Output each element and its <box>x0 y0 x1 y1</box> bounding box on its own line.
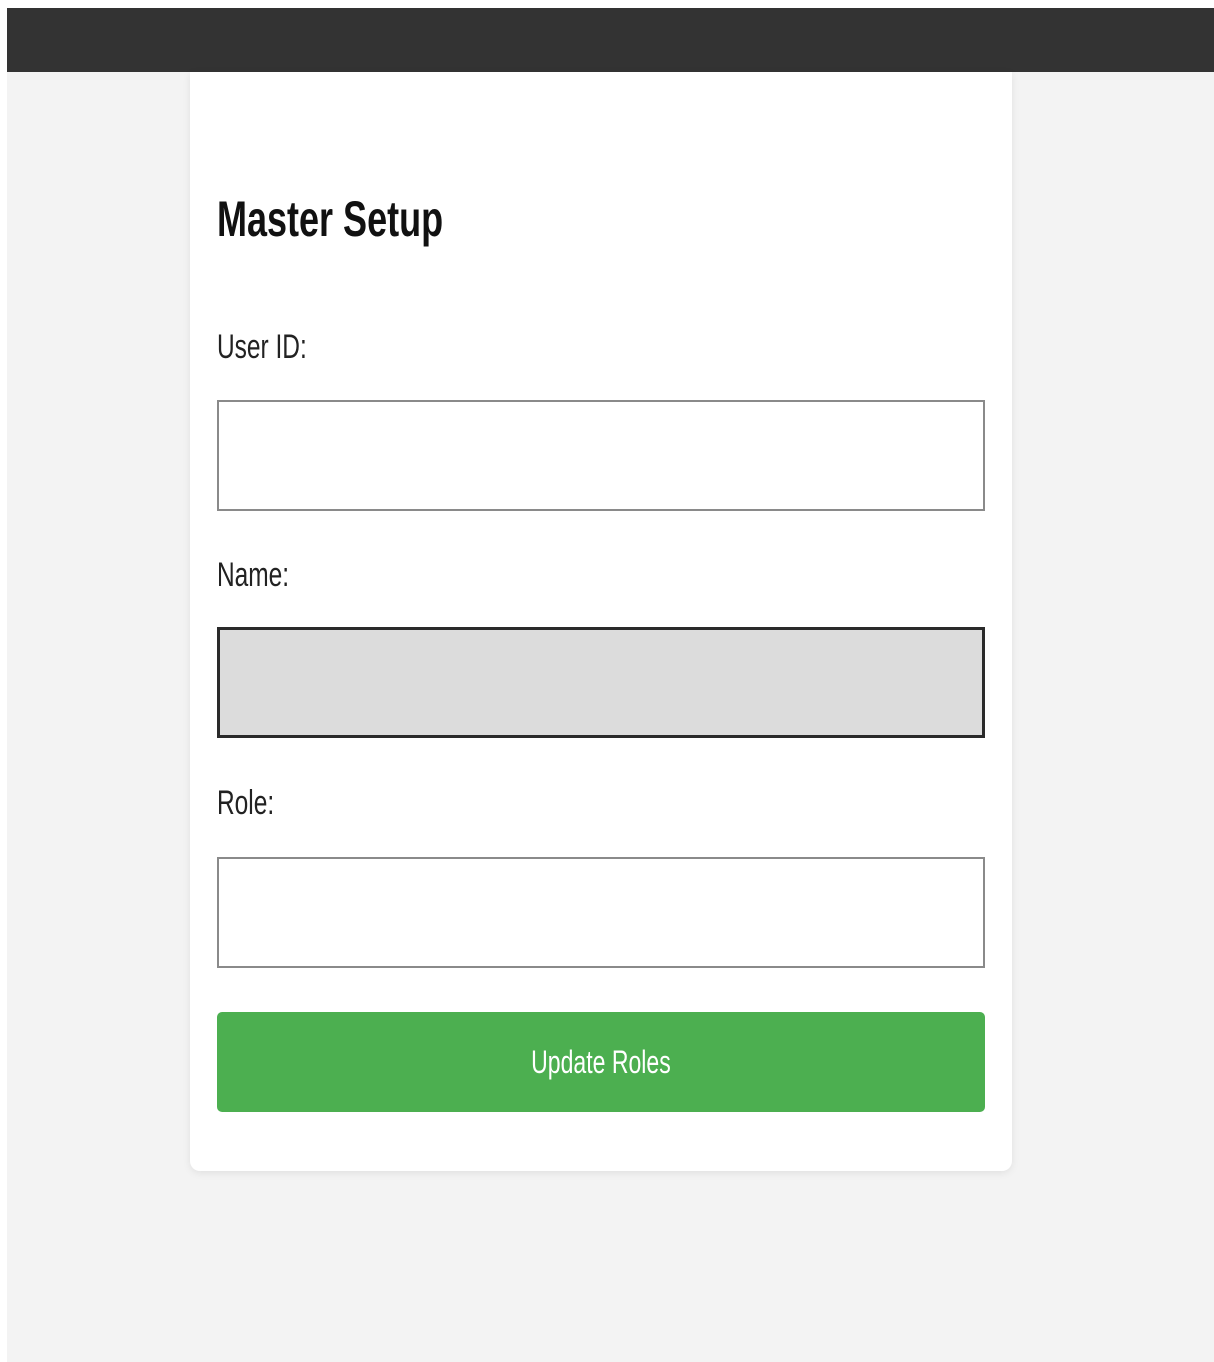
update-roles-button-label: Update Roles <box>531 1043 671 1080</box>
role-input[interactable] <box>217 857 985 968</box>
update-roles-button[interactable]: Update Roles <box>217 1012 985 1112</box>
user-id-input[interactable] <box>217 400 985 511</box>
name-input[interactable] <box>217 627 985 738</box>
page-title: Master Setup <box>217 191 444 247</box>
master-setup-card: Master Setup User ID: Name: Role: Update… <box>190 72 1012 1171</box>
role-label: Role: <box>217 784 275 822</box>
page-viewport: Master Setup User ID: Name: Role: Update… <box>7 8 1214 1362</box>
user-id-label: User ID: <box>217 328 307 366</box>
name-label: Name: <box>217 556 290 594</box>
top-navigation-bar <box>7 8 1214 72</box>
